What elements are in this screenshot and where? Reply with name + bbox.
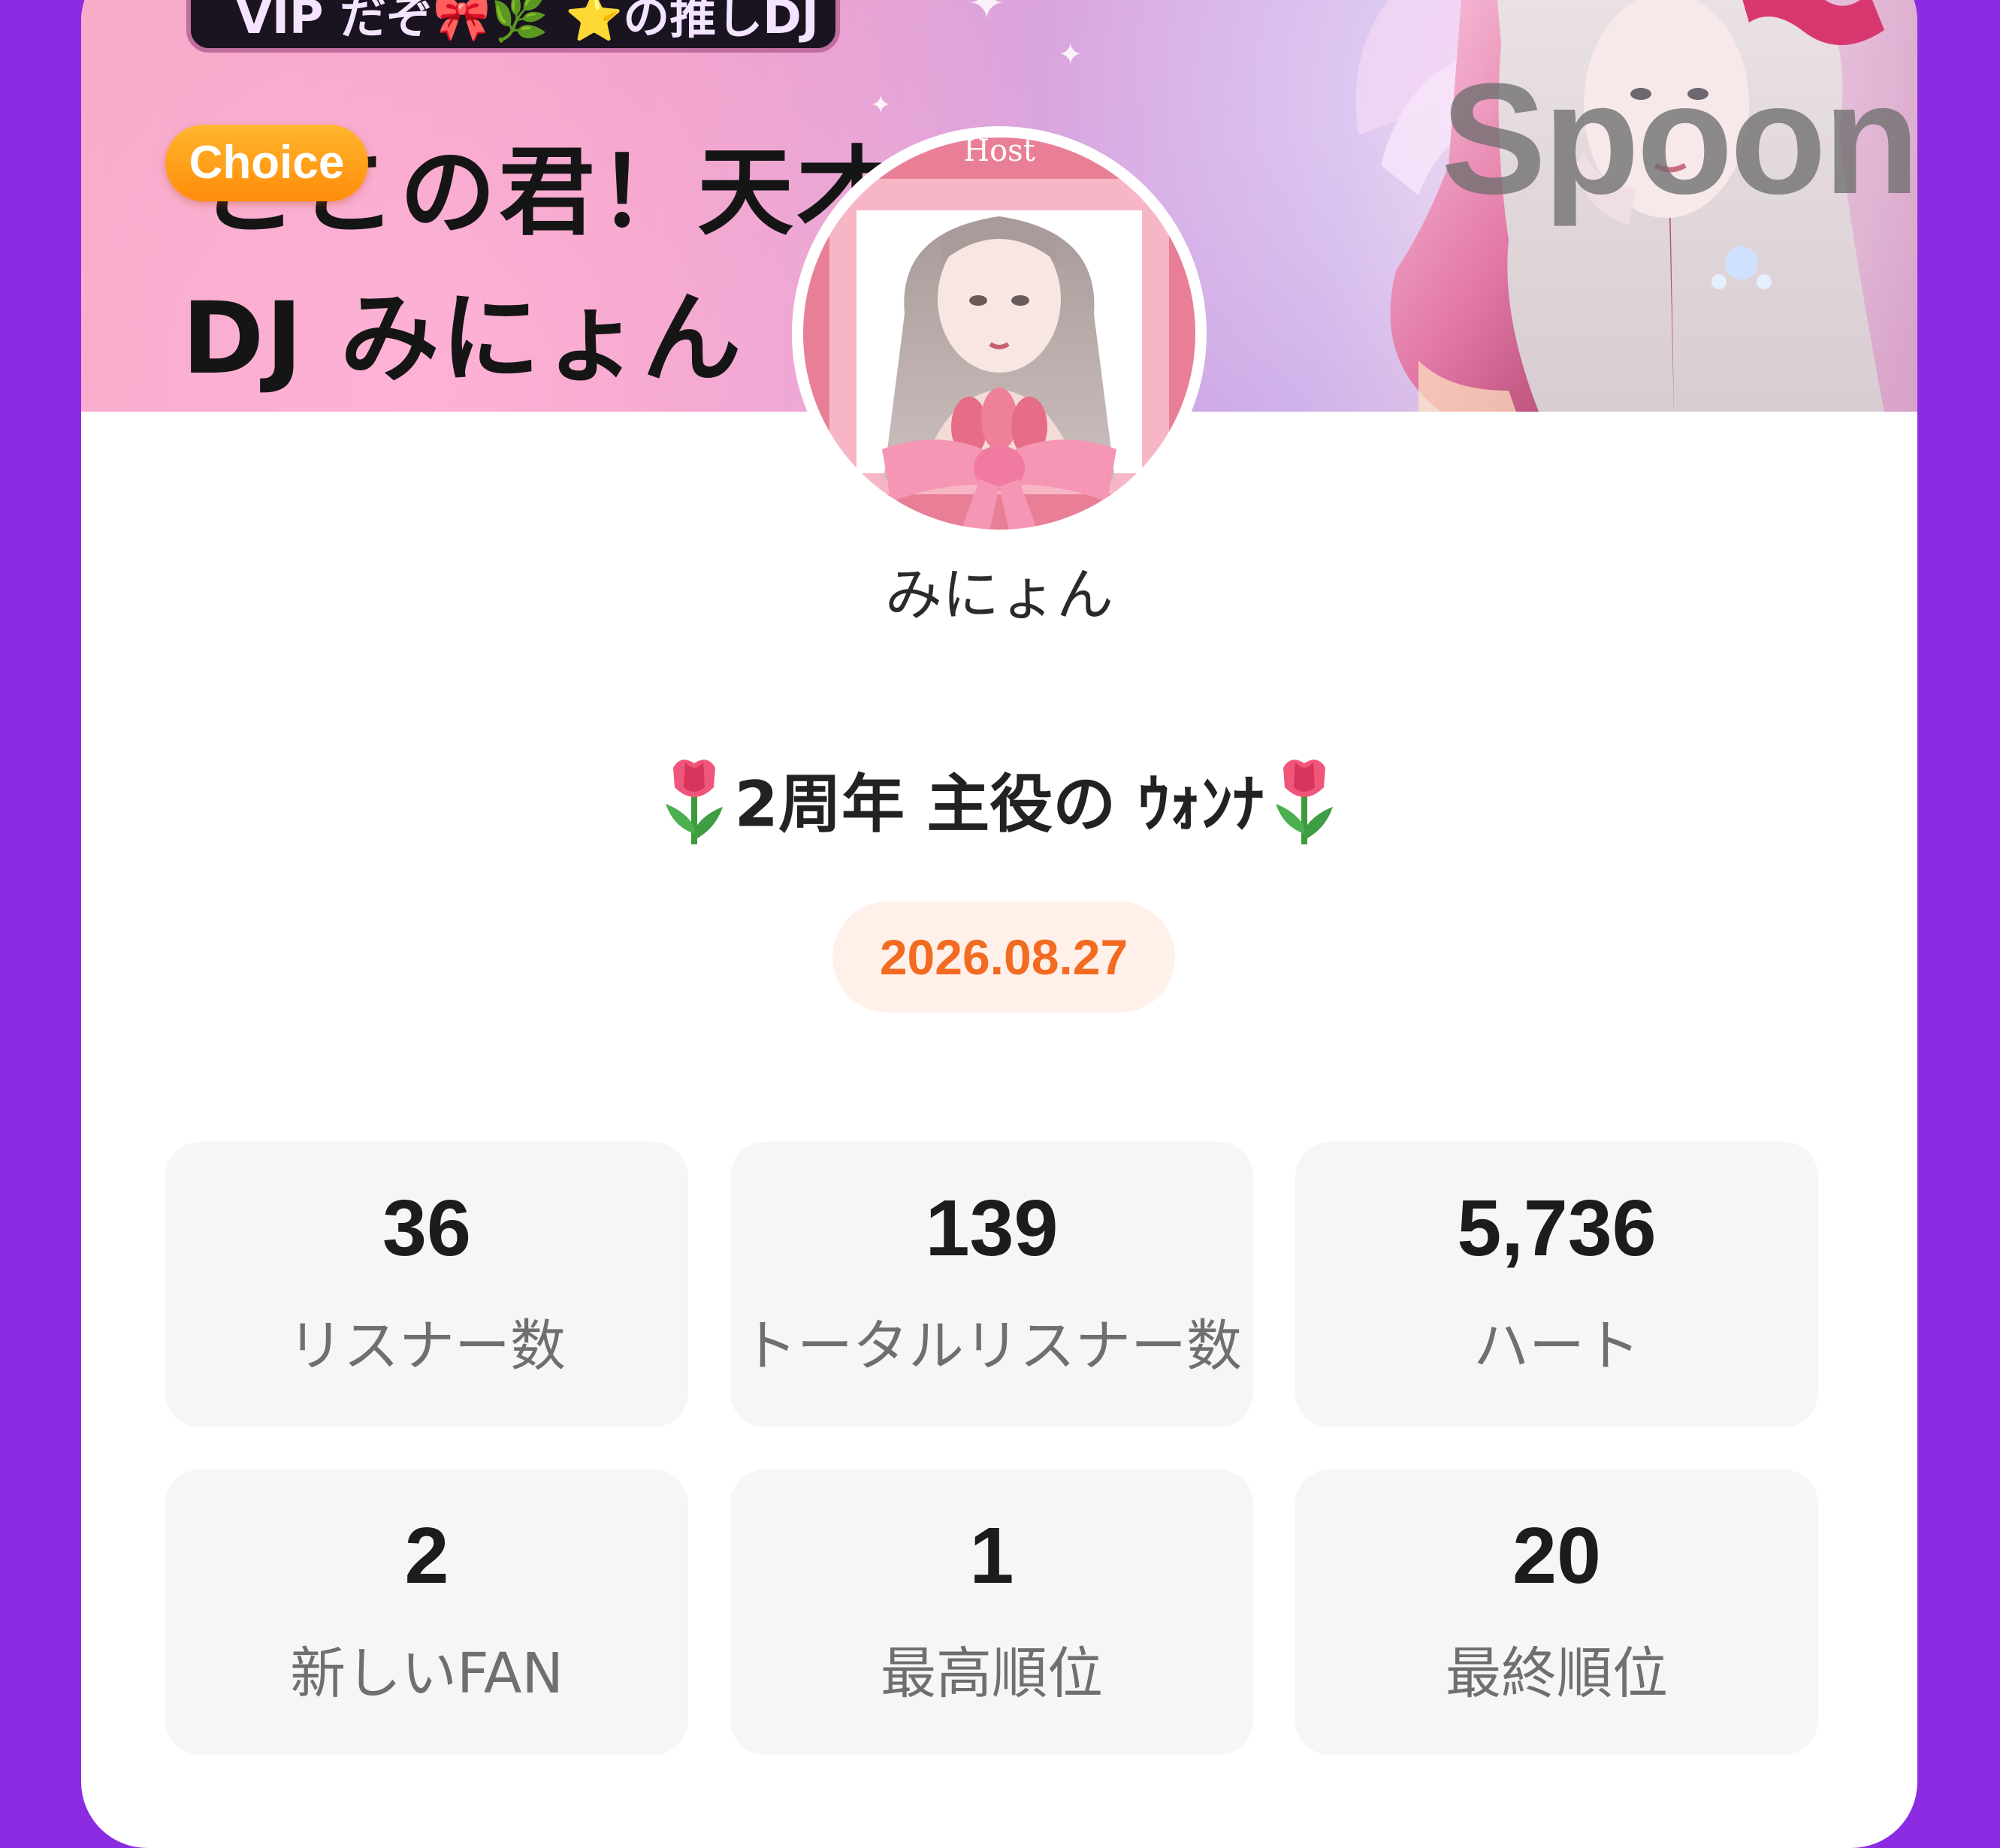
tulip-icon	[665, 759, 723, 844]
stat-new-fans: 2 新しいFAN	[165, 1469, 688, 1755]
stat-value: 2	[404, 1511, 449, 1600]
stat-label: 最高順位	[881, 1641, 1103, 1706]
stat-listeners: 36 リスナー数	[165, 1142, 688, 1427]
stat-label: リスナー数	[288, 1314, 566, 1378]
stat-value: 36	[382, 1184, 471, 1273]
stat-label: 新しいFAN	[290, 1641, 563, 1706]
live-title-text: 2周年 主役の ｳｫﾝﾅ	[734, 767, 1264, 841]
stat-value: 5,736	[1457, 1184, 1657, 1273]
avatar-image: Host	[792, 126, 1207, 541]
choice-badge: Choice	[165, 125, 368, 201]
live-title: 2周年 主役の ｳｫﾝﾅ	[81, 751, 1917, 847]
sparkle-icon: ✦	[1058, 38, 1083, 72]
stat-value: 20	[1512, 1511, 1601, 1600]
sparkle-icon: ✦	[968, 0, 1006, 30]
avatar[interactable]: Host	[792, 126, 1207, 541]
stat-value: 1	[969, 1511, 1014, 1600]
stat-label: 最終順位	[1446, 1641, 1668, 1706]
brand-logo: Spoon	[1441, 50, 1917, 227]
stat-hearts: 5,736 ハート	[1295, 1142, 1818, 1427]
tulip-icon	[1276, 759, 1334, 844]
stat-final-rank: 20 最終順位	[1295, 1469, 1818, 1755]
stat-total-listeners: 139 トータルリスナー数	[730, 1142, 1253, 1427]
stat-label: ハート	[1473, 1314, 1640, 1378]
stat-highest-rank: 1 最高順位	[730, 1469, 1253, 1755]
banner-strip: VIP だぞ🎀🌿 ⭐の推しDJ	[186, 0, 840, 53]
live-summary-card: ✦ ✦ ✦ VIP だぞ🎀🌿 ⭐の推しDJ Spoon ここの君！天才 DJ み…	[81, 0, 1917, 1848]
stat-value: 139	[925, 1184, 1059, 1273]
username: みにょん	[885, 561, 1113, 628]
stat-label: トータルリスナー数	[742, 1314, 1242, 1378]
banner-headline-line2: DJ みにょん	[182, 281, 743, 397]
date-badge: 2026.08.27	[832, 901, 1175, 1013]
